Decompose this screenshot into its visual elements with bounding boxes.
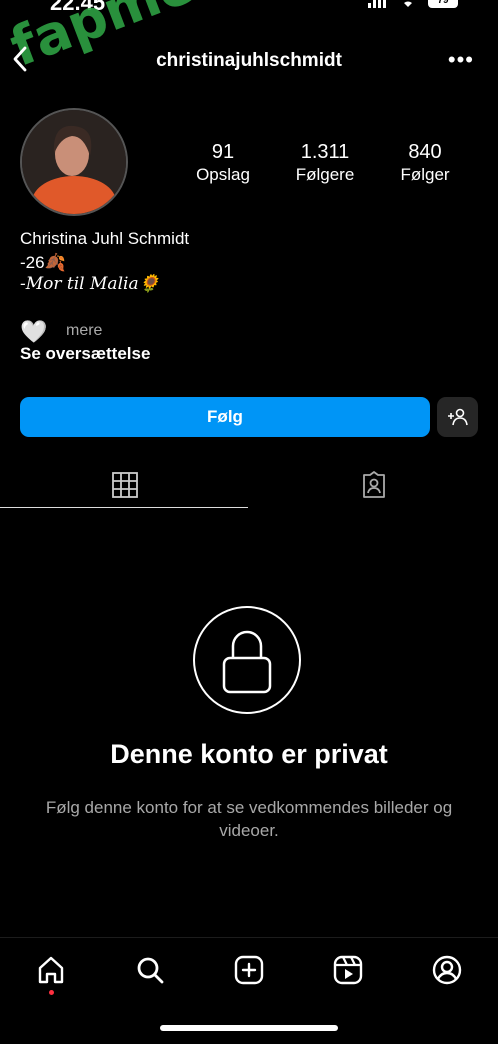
nav-profile[interactable]	[427, 950, 467, 990]
avatar-image	[22, 110, 126, 214]
add-user-icon	[447, 408, 468, 426]
more-options-icon[interactable]: •••	[448, 47, 474, 73]
nav-create[interactable]	[229, 950, 269, 990]
notification-dot	[49, 990, 54, 995]
following-label: Følger	[400, 165, 450, 184]
profile-name: Christina Juhl Schmidt	[20, 229, 190, 248]
more-link[interactable]: mere	[66, 322, 102, 340]
posts-label: Opslag	[196, 165, 250, 184]
active-tab-indicator	[0, 507, 248, 508]
nav-reels[interactable]	[328, 950, 368, 990]
following-count: 840	[408, 141, 442, 163]
tagged-icon	[362, 471, 385, 498]
stat-followers[interactable]: 1.311 Følgere	[270, 140, 380, 186]
stat-posts[interactable]: 91 Opslag	[168, 140, 278, 186]
wifi-icon	[404, 1, 412, 7]
private-description: Følg denne konto for at se vedkommendes …	[45, 798, 453, 840]
tab-tagged[interactable]	[249, 462, 498, 508]
battery-indicator: 79	[428, 0, 458, 8]
nav-home[interactable]	[31, 950, 71, 990]
followers-count: 1.311	[300, 141, 350, 163]
status-icons: 79	[368, 0, 458, 8]
search-icon	[137, 957, 164, 984]
grid-icon	[111, 472, 138, 498]
followers-label: Følgere	[295, 165, 355, 184]
heart-icon: 🤍	[20, 319, 48, 344]
bio-line-1: -26🍂	[20, 253, 66, 272]
follow-button[interactable]: Følg	[20, 397, 430, 437]
create-icon	[234, 955, 264, 985]
tab-grid[interactable]	[0, 462, 249, 508]
profile-username: christinajuhlschmidt	[156, 50, 342, 71]
lock-icon	[222, 630, 272, 694]
see-translation-link[interactable]: Se oversættelse	[20, 344, 150, 364]
posts-count: 91	[211, 141, 235, 163]
home-indicator[interactable]	[160, 1025, 338, 1031]
avatar[interactable]	[20, 108, 128, 216]
nav-search[interactable]	[130, 950, 170, 990]
profile-icon	[432, 955, 462, 985]
reels-icon	[333, 955, 363, 985]
private-account-badge	[193, 606, 301, 714]
stat-following[interactable]: 840 Følger	[370, 140, 480, 186]
suggest-users-button[interactable]	[437, 397, 478, 437]
bio-line-2: -Mor til Malia🌻	[20, 274, 160, 294]
home-icon	[38, 956, 64, 984]
private-title: Denne konto er privat	[110, 739, 388, 769]
signal-icon	[368, 0, 388, 8]
